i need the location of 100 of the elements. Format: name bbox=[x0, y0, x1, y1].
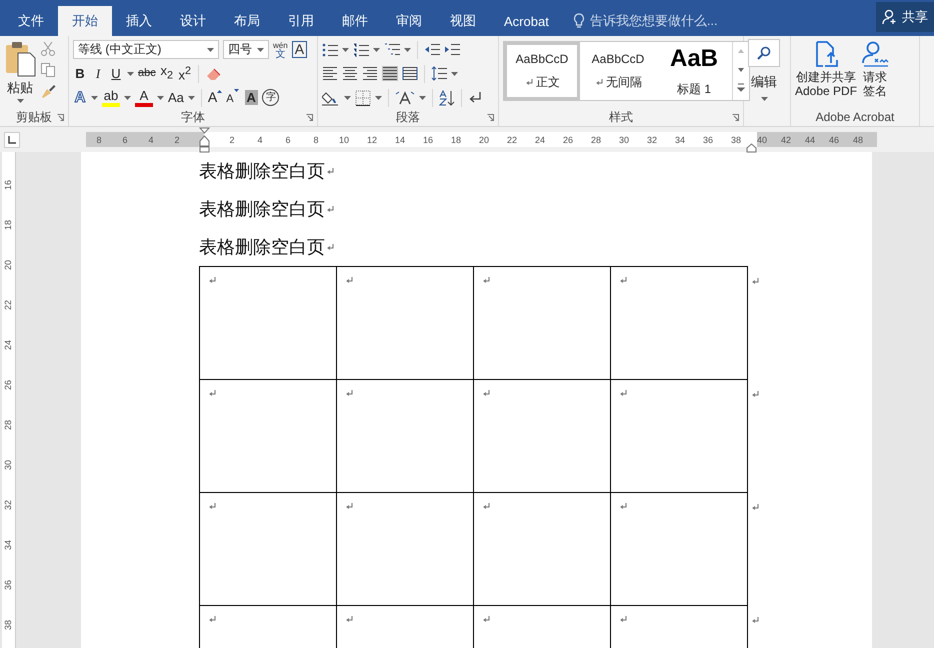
ruler-number: 36 bbox=[4, 580, 14, 590]
caret-icon[interactable] bbox=[373, 48, 380, 52]
tab-stop-icon[interactable] bbox=[4, 132, 20, 148]
bullet-list-icon[interactable] bbox=[322, 42, 338, 56]
font-button[interactable]: A bbox=[244, 90, 258, 105]
ruler-number: 22 bbox=[4, 300, 14, 310]
indent-marker-icon[interactable] bbox=[199, 127, 210, 153]
style-option[interactable]: AaBbCcD 正文 bbox=[504, 42, 580, 100]
character-border-button[interactable]: A bbox=[292, 41, 308, 58]
caret-icon[interactable] bbox=[188, 96, 195, 100]
align-center-icon[interactable] bbox=[342, 66, 358, 81]
ribbon-tab[interactable]: 审阅 bbox=[382, 6, 436, 36]
caret-icon[interactable] bbox=[760, 97, 768, 101]
acrobat-button[interactable]: 请求 签名 bbox=[861, 39, 890, 108]
ruler-number: 14 bbox=[394, 134, 406, 144]
ribbon-tab[interactable]: 视图 bbox=[436, 6, 490, 36]
paragraph-mark-toggle-icon[interactable] bbox=[468, 90, 482, 104]
align-left-icon[interactable] bbox=[322, 66, 338, 81]
dialog-launcher-icon[interactable] bbox=[306, 114, 313, 121]
ruler-number: 34 bbox=[674, 134, 686, 144]
tell-me-search[interactable]: 告诉我您想要做什么... bbox=[572, 6, 718, 36]
ribbon-tab[interactable]: 引用 bbox=[274, 6, 328, 36]
paste-button[interactable]: 粘贴 bbox=[4, 39, 36, 108]
ruler-number: 30 bbox=[4, 460, 14, 470]
eraser-icon[interactable] bbox=[204, 66, 223, 82]
font-button[interactable]: A bbox=[226, 88, 240, 106]
scissors-icon[interactable] bbox=[40, 41, 56, 57]
font-button[interactable]: ab bbox=[102, 88, 120, 107]
caret-icon[interactable] bbox=[91, 96, 98, 100]
caret-icon[interactable] bbox=[404, 48, 411, 52]
ruler-number: 32 bbox=[646, 134, 658, 144]
font-button[interactable]: Aa bbox=[168, 90, 184, 105]
sort-icon[interactable] bbox=[439, 90, 455, 106]
format-button[interactable]: B bbox=[73, 66, 87, 81]
line-spacing-icon[interactable] bbox=[431, 66, 447, 81]
style-option[interactable]: AaBbCcD 无间隔 bbox=[580, 42, 656, 100]
ruler-number: 26 bbox=[562, 134, 574, 144]
caret-icon[interactable] bbox=[124, 96, 131, 100]
caret-icon[interactable] bbox=[451, 72, 458, 76]
clipboard-icon bbox=[4, 41, 36, 77]
copy-icon[interactable] bbox=[40, 62, 56, 78]
ribbon-tab[interactable]: 插入 bbox=[112, 6, 166, 36]
align-right-icon[interactable] bbox=[362, 66, 378, 81]
ribbon-tab[interactable]: 开始 bbox=[58, 6, 112, 36]
caret-icon[interactable] bbox=[344, 96, 351, 100]
format-button[interactable]: I bbox=[91, 66, 105, 81]
ruler-number: 32 bbox=[4, 500, 14, 510]
ruler-number: 42 bbox=[780, 134, 792, 144]
ruler-number: 38 bbox=[4, 620, 14, 630]
asian-layout-icon[interactable] bbox=[395, 90, 415, 106]
decrease-indent-icon[interactable] bbox=[424, 42, 440, 56]
caret-icon[interactable] bbox=[375, 96, 382, 100]
dialog-launcher-icon[interactable] bbox=[487, 114, 494, 121]
group-label: 段落 bbox=[396, 108, 420, 126]
body-text: 表格删除空白页 bbox=[199, 160, 325, 183]
caret-icon[interactable] bbox=[257, 48, 264, 52]
brush-icon[interactable] bbox=[40, 83, 56, 99]
body-text: 表格删除空白页 bbox=[199, 198, 325, 221]
caret-icon[interactable] bbox=[207, 48, 214, 52]
editing-button[interactable]: 编辑 bbox=[748, 39, 780, 108]
search-icon bbox=[757, 46, 771, 60]
caret-icon[interactable] bbox=[342, 48, 349, 52]
dialog-launcher-icon[interactable] bbox=[57, 114, 64, 121]
ruler-number: 20 bbox=[4, 260, 14, 270]
paint-bucket-icon[interactable] bbox=[322, 90, 340, 106]
caret-icon[interactable] bbox=[419, 96, 426, 100]
phonetic-guide-button[interactable]: wén 文 bbox=[273, 40, 288, 58]
align-distributed-icon[interactable] bbox=[402, 66, 418, 81]
ribbon-tab[interactable]: 设计 bbox=[166, 6, 220, 36]
format-button[interactable]: U bbox=[109, 66, 123, 81]
multilevel-list-icon[interactable] bbox=[384, 42, 400, 56]
lightbulb-icon bbox=[572, 13, 585, 29]
ruler-number: 8 bbox=[95, 134, 102, 144]
format-button[interactable]: x$^{2}$ bbox=[178, 64, 192, 83]
font-button[interactable]: A bbox=[208, 90, 222, 105]
acrobat-button[interactable]: 创建并共享 Adobe PDF bbox=[795, 39, 858, 108]
ribbon-tab[interactable]: 文件 bbox=[4, 6, 58, 36]
style-option[interactable]: AaB 标题 1 bbox=[656, 42, 732, 100]
ribbon-tab[interactable]: Acrobat bbox=[490, 6, 563, 36]
align-justify-icon[interactable] bbox=[382, 66, 398, 81]
format-button[interactable]: x$_{2}$ bbox=[160, 63, 174, 84]
font-button[interactable]: 字 bbox=[262, 89, 280, 106]
dialog-launcher-icon[interactable] bbox=[732, 114, 739, 121]
ribbon-tab[interactable]: 布局 bbox=[220, 6, 274, 36]
ruler-number: 16 bbox=[422, 134, 434, 144]
font-button[interactable]: A bbox=[135, 88, 153, 107]
share-button[interactable]: 共享 bbox=[876, 2, 934, 32]
font-size-dropdown[interactable]: 四号 bbox=[223, 40, 269, 59]
borders-icon[interactable] bbox=[355, 90, 371, 106]
increase-indent-icon[interactable] bbox=[444, 42, 460, 56]
ribbon-tab[interactable]: 邮件 bbox=[328, 6, 382, 36]
font-name-dropdown[interactable]: 等线 (中文正文) bbox=[73, 40, 219, 59]
numbered-list-icon[interactable] bbox=[353, 42, 369, 56]
caret-icon[interactable] bbox=[16, 99, 24, 103]
ruler-number: 10 bbox=[338, 134, 350, 144]
caret-icon[interactable] bbox=[127, 72, 134, 76]
format-button[interactable]: abc bbox=[138, 66, 156, 81]
person-signature-icon bbox=[861, 41, 890, 67]
document-upload-icon bbox=[814, 41, 838, 67]
caret-icon[interactable] bbox=[157, 96, 164, 100]
